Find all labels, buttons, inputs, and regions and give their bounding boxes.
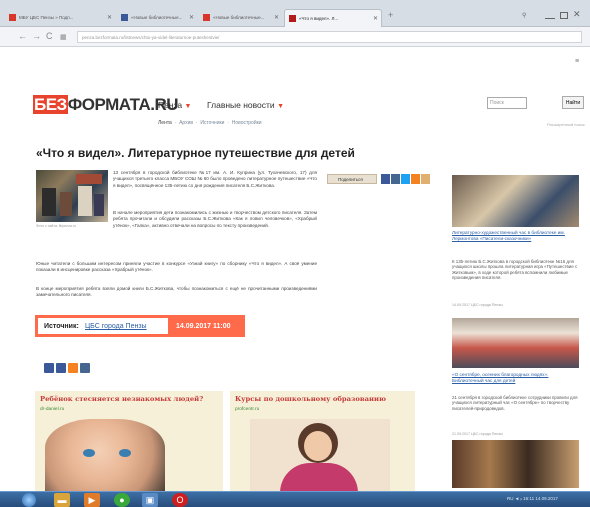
- sidebar-news-text: К 135-летию Б.С.Житкова в городской библ…: [452, 259, 578, 281]
- maximize-icon[interactable]: [560, 12, 568, 19]
- subnav: Лента · Архив · Источники · Новостройки: [158, 120, 262, 126]
- nav-main-news[interactable]: Главные новости ▼: [207, 100, 284, 110]
- sidebar-news-date: 21.09.2017 ЦБС города Пензы: [452, 432, 503, 436]
- photo-caption: Фото с сайта: libpenza.ru: [36, 224, 76, 228]
- home-icon[interactable]: ▦: [60, 33, 67, 41]
- opera-icon[interactable]: O: [172, 493, 188, 507]
- user-icon[interactable]: ⚲: [522, 12, 526, 19]
- start-button-icon[interactable]: [22, 493, 36, 507]
- subnav-archive[interactable]: Архив: [179, 120, 193, 126]
- close-tab-icon[interactable]: ✕: [189, 14, 194, 21]
- share-label: Поделиться: [338, 177, 363, 182]
- ad-site[interactable]: profcentr.ru: [235, 407, 259, 412]
- subnav-new[interactable]: Новостройки: [232, 120, 262, 126]
- advanced-search-link[interactable]: Расширенный поиск: [547, 122, 585, 127]
- browser-tab[interactable]: МБУ ЦБС Пензы » Подп... ✕: [5, 9, 115, 27]
- tab-label: «Новые библиотечные...: [213, 15, 265, 20]
- forward-icon[interactable]: →: [32, 31, 41, 41]
- browser-tab-bar: МБУ ЦБС Пензы » Подп... ✕ «Новые библиоте…: [0, 0, 590, 27]
- sidebar-image[interactable]: [452, 175, 579, 227]
- tab-favicon-icon: [203, 14, 210, 21]
- article-paragraph: 13 сентября в городской библиотеке №17 и…: [113, 170, 317, 188]
- site-logo[interactable]: БЕЗФОРМАТА.RU: [33, 95, 179, 115]
- back-icon[interactable]: ←: [18, 31, 27, 41]
- source-label: Источник:: [44, 323, 79, 330]
- tab-label: «Новые библиотечные...: [131, 15, 183, 20]
- source-date: 14.09.2017 11:00: [168, 315, 245, 337]
- close-tab-icon[interactable]: ✕: [373, 15, 378, 22]
- address-bar: ← → C ▦ penza.bezformata.ru/listnews/cht…: [0, 27, 590, 65]
- ad-image: [45, 419, 165, 491]
- media-player-icon[interactable]: ▶: [84, 493, 100, 507]
- article-paragraph: В конце мероприятия ребята взяли домой к…: [36, 286, 317, 298]
- reload-icon[interactable]: C: [46, 31, 53, 41]
- odnoklassniki-icon[interactable]: [411, 174, 420, 184]
- browser-tab[interactable]: «Новые библиотечные... ✕: [199, 9, 282, 27]
- facebook-icon[interactable]: [44, 363, 54, 373]
- article-photo[interactable]: [36, 170, 108, 222]
- mail-icon[interactable]: [80, 363, 90, 373]
- odnoklassniki-icon[interactable]: [68, 363, 78, 373]
- vk-icon[interactable]: [56, 363, 66, 373]
- vk-icon[interactable]: [391, 174, 400, 184]
- source-box: Источник: ЦБС города Пензы 14.09.2017 11…: [35, 315, 245, 337]
- sidebar-image[interactable]: [452, 440, 579, 488]
- ad-block[interactable]: Курсы по дошкольному образованию profcen…: [230, 391, 415, 493]
- url-input[interactable]: penza.bezformata.ru/listnews/chto-ya-vid…: [77, 31, 582, 43]
- share-button[interactable]: Поделиться: [327, 174, 377, 184]
- ad-block[interactable]: Ребёнок стесняется незнакомых людей? dr-…: [35, 391, 223, 491]
- close-tab-icon[interactable]: ✕: [107, 14, 112, 21]
- ad-image: [250, 419, 390, 493]
- nav-city-label: Пенза: [158, 100, 183, 110]
- explorer-icon[interactable]: ▬: [54, 493, 70, 507]
- browser-tab[interactable]: «Новые библиотечные... ✕: [117, 9, 197, 27]
- facebook-icon[interactable]: [381, 174, 390, 184]
- browser-tab-active[interactable]: «Что я видел». Л... ✕: [284, 9, 382, 27]
- sidebar-news-link[interactable]: «О сентябре, осенних благородных людях».…: [452, 372, 578, 383]
- ad-title[interactable]: Ребёнок стесняется незнакомых людей?: [40, 395, 203, 403]
- ad-title[interactable]: Курсы по дошкольному образованию: [235, 395, 386, 403]
- search-input[interactable]: Поиск: [487, 97, 527, 109]
- system-tray: RU ◄ ᵢₗ 16:11 14.09.2017: [507, 496, 558, 501]
- tab-favicon-icon: [289, 15, 296, 22]
- mail-icon[interactable]: [421, 174, 430, 184]
- tab-favicon-icon: [9, 14, 16, 21]
- sidebar-news-text: 21 сентября в городской библиотеке сотру…: [452, 395, 578, 411]
- source-link[interactable]: ЦБС города Пензы: [85, 323, 147, 330]
- sidebar-news-link[interactable]: Литературно-художественный час в библиот…: [452, 230, 578, 241]
- sidebar-image[interactable]: [452, 318, 579, 368]
- dropdown-arrow-icon: ▼: [277, 103, 284, 110]
- subnav-feed[interactable]: Лента: [158, 120, 172, 126]
- nav-main-news-label: Главные новости: [207, 100, 275, 110]
- ad-site[interactable]: dr-daniel.ru: [40, 407, 64, 412]
- menu-icon[interactable]: ≡: [575, 58, 579, 65]
- taskbar: ▬ ▶ ● ▣ O RU ◄ ᵢₗ 16:11 14.09.2017: [0, 491, 590, 507]
- window-icon[interactable]: ▣: [142, 493, 158, 507]
- twitter-icon[interactable]: [401, 174, 410, 184]
- logo-prefix: БЕЗ: [33, 95, 68, 114]
- search-button[interactable]: Найти: [562, 96, 584, 109]
- dropdown-arrow-icon: ▼: [184, 103, 192, 110]
- minimize-icon[interactable]: [545, 12, 555, 19]
- close-window-icon[interactable]: ✕: [573, 9, 581, 20]
- sidebar-news-date: 14.09.2017 ЦБС города Пензы: [452, 303, 503, 307]
- article-title: «Что я видел». Литературное путешествие …: [36, 146, 355, 160]
- tab-label: МБУ ЦБС Пензы » Подп...: [19, 15, 74, 20]
- new-tab-icon[interactable]: +: [388, 10, 393, 20]
- subnav-sources[interactable]: Источники: [200, 120, 224, 126]
- article-paragraph: Юные читатели с большим интересом принял…: [36, 261, 317, 273]
- chrome-icon[interactable]: ●: [114, 493, 130, 507]
- tab-favicon-icon: [121, 14, 128, 21]
- tab-label: «Что я видел». Л...: [299, 16, 339, 21]
- close-tab-icon[interactable]: ✕: [274, 14, 279, 21]
- article-paragraph: В начале мероприятия дети познакомились …: [113, 210, 317, 228]
- nav-city[interactable]: Пенза ▼: [158, 100, 191, 110]
